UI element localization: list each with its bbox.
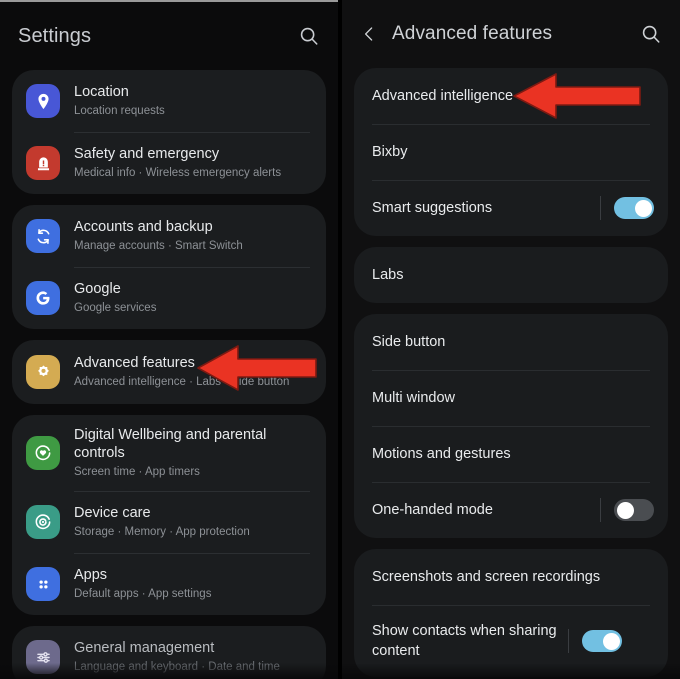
feature-group: Advanced intelligence Bixby Smart sugges…: [354, 68, 668, 236]
toggle-divider: [568, 629, 569, 653]
feature-item-label: Screenshots and screen recordings: [372, 569, 601, 585]
search-icon[interactable]: [298, 25, 320, 47]
settings-item-title: Google: [74, 281, 121, 297]
settings-item-text: General management Language and keyboard…: [74, 639, 280, 675]
advanced-features-panel: Advanced features Advanced intelligence …: [342, 0, 680, 679]
feature-item-multi-window[interactable]: Multi window: [354, 370, 668, 426]
sliders-icon: [26, 640, 60, 674]
settings-item-google[interactable]: Google Google services: [12, 267, 326, 329]
toggle-wrap: [600, 498, 654, 522]
settings-item-subtitle: Manage accounts · Smart Switch: [74, 240, 243, 252]
chevron-left-icon[interactable]: [360, 23, 378, 45]
apps-grid-icon: [26, 567, 60, 601]
toggle-knob: [602, 632, 620, 650]
toggle-wrap: [568, 629, 622, 653]
toggle-wrap: [600, 196, 654, 220]
settings-item-subtitle: Location requests: [74, 105, 165, 117]
gear-flower-icon: [26, 355, 60, 389]
settings-item-advanced-features[interactable]: Advanced features Advanced intelligence …: [12, 340, 326, 404]
feature-item-label: Multi window: [372, 390, 455, 406]
feature-item-label: Advanced intelligence: [372, 88, 514, 104]
feature-item-bixby[interactable]: Bixby: [354, 124, 668, 180]
dual-panel-screenshot: Settings Location Location requests Safe…: [0, 0, 680, 679]
settings-item-text: Apps Default apps · App settings: [74, 566, 211, 602]
settings-item-subtitle: Default apps · App settings: [74, 588, 212, 600]
settings-item-title: Accounts and backup: [74, 219, 213, 235]
feature-item-label: One-handed mode: [372, 502, 493, 518]
toggle-knob: [634, 199, 652, 217]
search-icon[interactable]: [640, 23, 662, 45]
feature-item-side-button[interactable]: Side button: [354, 314, 668, 370]
settings-item-subtitle: Language and keyboard · Date and time: [74, 661, 280, 673]
sync-icon: [26, 219, 60, 253]
settings-panel: Settings Location Location requests Safe…: [0, 0, 338, 679]
feature-item-label: Labs: [372, 267, 404, 283]
settings-group: Advanced features Advanced intelligence …: [12, 340, 326, 404]
location-pin-icon: [26, 84, 60, 118]
settings-header: Settings: [0, 2, 338, 70]
feature-item-label: Smart suggestions: [372, 200, 493, 216]
settings-group: General management Language and keyboard…: [12, 626, 326, 679]
settings-item-title: Advanced features: [74, 355, 195, 371]
settings-item-text: Safety and emergency Medical info · Wire…: [74, 145, 281, 181]
wellbeing-heart-icon: [26, 436, 60, 470]
settings-group: Location Location requests Safety and em…: [12, 70, 326, 194]
settings-item-subtitle: Screen time · App timers: [74, 466, 200, 478]
advanced-features-header: Advanced features: [342, 0, 680, 68]
settings-card-list: Location Location requests Safety and em…: [0, 70, 338, 679]
settings-item-subtitle: Medical info · Wireless emergency alerts: [74, 167, 282, 179]
feature-item-motions-and-gestures[interactable]: Motions and gestures: [354, 426, 668, 482]
settings-item-text: Advanced features Advanced intelligence …: [74, 354, 289, 390]
toggle-divider: [600, 498, 601, 522]
feature-group: Screenshots and screen recordings Show c…: [354, 549, 668, 677]
feature-item-screenshots-and-screen-recordings[interactable]: Screenshots and screen recordings: [354, 549, 668, 605]
google-g-icon: [26, 281, 60, 315]
emergency-alert-icon: [26, 146, 60, 180]
feature-item-advanced-intelligence[interactable]: Advanced intelligence: [354, 68, 668, 124]
feature-item-smart-suggestions[interactable]: Smart suggestions: [354, 180, 668, 236]
toggle-knob: [616, 501, 634, 519]
settings-item-device-care[interactable]: Device care Storage · Memory · App prote…: [12, 491, 326, 553]
settings-item-safety-and-emergency[interactable]: Safety and emergency Medical info · Wire…: [12, 132, 326, 194]
feature-item-show-contacts-when-sharing-content[interactable]: Show contacts when sharing content: [354, 605, 668, 677]
feature-group: Side button Multi window Motions and ges…: [354, 314, 668, 538]
toggle-divider: [600, 196, 601, 220]
settings-item-subtitle: Storage · Memory · App protection: [74, 526, 250, 538]
settings-item-title: Digital Wellbeing and parental controls: [74, 427, 267, 461]
settings-item-digital-wellbeing[interactable]: Digital Wellbeing and parental controls …: [12, 415, 326, 491]
feature-item-label: Show contacts when sharing content: [372, 623, 557, 659]
settings-item-text: Google Google services: [74, 280, 156, 316]
settings-item-general-management[interactable]: General management Language and keyboard…: [12, 626, 326, 679]
settings-item-subtitle: Advanced intelligence · Labs · Side butt…: [74, 376, 290, 388]
settings-item-text: Device care Storage · Memory · App prote…: [74, 504, 250, 540]
one-handed-mode-toggle[interactable]: [614, 499, 654, 521]
feature-item-labs[interactable]: Labs: [354, 247, 668, 303]
feature-item-label: Motions and gestures: [372, 446, 511, 462]
settings-item-text: Location Location requests: [74, 83, 165, 119]
settings-item-title: Device care: [74, 505, 151, 521]
settings-item-text: Digital Wellbeing and parental controls …: [74, 426, 289, 480]
show-contacts-toggle[interactable]: [582, 630, 622, 652]
feature-item-one-handed-mode[interactable]: One-handed mode: [354, 482, 668, 538]
page-title: Settings: [18, 24, 92, 47]
settings-item-apps[interactable]: Apps Default apps · App settings: [12, 553, 326, 615]
feature-item-label: Bixby: [372, 144, 408, 160]
settings-item-title: General management: [74, 640, 215, 656]
settings-item-title: Location: [74, 84, 129, 100]
device-care-icon: [26, 505, 60, 539]
feature-group: Labs: [354, 247, 668, 303]
feature-item-label: Side button: [372, 334, 446, 350]
settings-group: Accounts and backup Manage accounts · Sm…: [12, 205, 326, 329]
smart-suggestions-toggle[interactable]: [614, 197, 654, 219]
settings-group: Digital Wellbeing and parental controls …: [12, 415, 326, 615]
settings-item-subtitle: Google services: [74, 302, 157, 314]
settings-item-title: Safety and emergency: [74, 146, 220, 162]
settings-item-title: Apps: [74, 567, 108, 583]
settings-item-location[interactable]: Location Location requests: [12, 70, 326, 132]
settings-item-accounts-and-backup[interactable]: Accounts and backup Manage accounts · Sm…: [12, 205, 326, 267]
settings-item-text: Accounts and backup Manage accounts · Sm…: [74, 218, 243, 254]
advanced-features-card-list: Advanced intelligence Bixby Smart sugges…: [342, 68, 680, 679]
page-title: Advanced features: [392, 23, 553, 44]
